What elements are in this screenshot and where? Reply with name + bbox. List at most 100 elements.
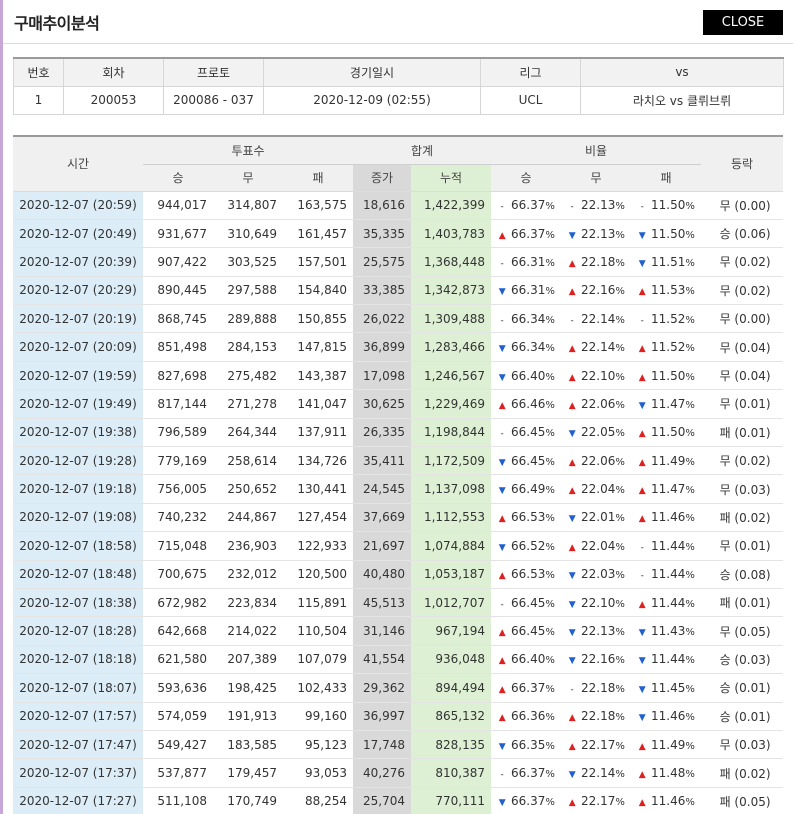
votes-draw: 310,649 — [213, 219, 283, 249]
ratio-value: 11.49 — [651, 453, 686, 468]
trend-down-icon: ▼ — [498, 344, 506, 355]
table-row: 2020-12-07 (20:49) 931,677 310,649 161,457 3… — [13, 219, 784, 249]
close-button[interactable]: CLOSE — [703, 10, 783, 35]
header-number: 번호 — [13, 57, 64, 87]
ratio-win: ▼ 66.52% — [491, 531, 562, 561]
ratio-win: - 66.45% — [491, 588, 562, 618]
header-ratio-loss: 패 — [631, 164, 702, 192]
trend-up-icon: ▲ — [638, 344, 646, 355]
percent-sign: % — [615, 229, 625, 241]
percent-sign: % — [545, 314, 555, 326]
trend-up-icon: ▲ — [498, 628, 506, 639]
ratio-value: 66.31 — [511, 283, 546, 298]
trend-down-icon: ▼ — [498, 798, 506, 809]
ratio-loss: ▼ 11.46% — [631, 702, 702, 731]
ratio-value: 11.44 — [651, 567, 686, 582]
percent-sign: % — [615, 769, 625, 780]
votes-win: 827,698 — [143, 361, 213, 391]
row-time: 2020-12-07 (17:57) — [13, 702, 143, 731]
percent-sign: % — [615, 286, 625, 298]
ratio-value: 66.52 — [511, 538, 546, 553]
header-votes-loss: 패 — [283, 164, 354, 192]
match-info-table: 번호 회차 프로토 경기일시 리그 vs 1 200053 200086 - 0… — [13, 57, 784, 115]
ratio-value: 66.45 — [511, 453, 546, 468]
row-change: 무 (0.00) — [701, 191, 784, 220]
votes-increase: 21,697 — [353, 531, 412, 561]
votes-cumulative: 936,048 — [411, 645, 492, 675]
ratio-loss: ▲ 11.49% — [631, 730, 702, 760]
votes-loss: 120,500 — [283, 560, 354, 589]
percent-sign: % — [615, 598, 625, 610]
row-time: 2020-12-07 (17:27) — [13, 787, 143, 814]
votes-cumulative: 1,403,783 — [411, 219, 492, 249]
row-change: 승 (0.01) — [701, 673, 784, 703]
row-time: 2020-12-07 (19:49) — [13, 389, 143, 419]
ratio-win: ▼ 66.34% — [491, 332, 562, 362]
votes-loss: 137,911 — [283, 418, 354, 448]
ratio-value: 66.45 — [511, 425, 546, 440]
percent-sign: % — [685, 286, 695, 298]
ratio-loss: ▲ 11.48% — [631, 758, 702, 788]
table-row: 2020-12-07 (20:59) 944,017 314,807 163,575 1… — [13, 191, 784, 220]
header-ratio-win: 승 — [491, 164, 562, 192]
trend-up-icon: ▲ — [568, 287, 576, 298]
ratio-win: ▼ 66.35% — [491, 730, 562, 760]
percent-sign: % — [685, 257, 695, 269]
votes-draw: 258,614 — [213, 446, 283, 476]
ratio-draw: ▲ 22.17% — [561, 787, 632, 814]
ratio-value: 22.03 — [581, 567, 616, 582]
ratio-value: 22.18 — [581, 680, 616, 695]
header-ratio-draw: 무 — [561, 164, 632, 192]
ratio-value: 11.44 — [651, 652, 686, 667]
ratio-value: 22.16 — [581, 283, 616, 298]
votes-draw: 170,749 — [213, 787, 283, 814]
ratio-value: 11.48 — [651, 766, 686, 780]
votes-increase: 33,385 — [353, 276, 412, 306]
percent-sign: % — [545, 541, 555, 553]
row-time: 2020-12-07 (17:37) — [13, 758, 143, 788]
ratio-value: 66.45 — [511, 595, 546, 610]
votes-increase: 40,276 — [353, 758, 412, 788]
ratio-value: 22.04 — [581, 482, 616, 497]
percent-sign: % — [545, 371, 555, 383]
percent-sign: % — [545, 797, 555, 809]
ratio-value: 22.17 — [581, 794, 616, 809]
row-time: 2020-12-07 (19:28) — [13, 446, 143, 476]
percent-sign: % — [685, 655, 695, 667]
votes-increase: 17,748 — [353, 730, 412, 760]
votes-loss: 107,079 — [283, 645, 354, 675]
votes-cumulative: 1,012,707 — [411, 588, 492, 618]
ratio-value: 11.49 — [651, 737, 686, 752]
votes-increase: 29,362 — [353, 673, 412, 703]
votes-win: 574,059 — [143, 702, 213, 731]
percent-sign: % — [615, 712, 625, 724]
votes-win: 511,108 — [143, 787, 213, 814]
votes-cumulative: 1,074,884 — [411, 531, 492, 561]
header-cumulative: 누적 — [411, 164, 492, 192]
trend-up-icon: ▲ — [568, 457, 576, 468]
trend-up-icon: ▲ — [638, 429, 646, 440]
header-increase: 증가 — [353, 164, 412, 192]
ratio-value: 66.53 — [511, 567, 546, 582]
header-sum: 합계 — [353, 136, 492, 165]
table-row: 2020-12-07 (19:18) 756,005 250,652 130,441 2… — [13, 474, 784, 504]
votes-draw: 232,012 — [213, 560, 283, 589]
votes-increase: 37,669 — [353, 503, 412, 533]
percent-sign: % — [545, 485, 555, 497]
ratio-loss: ▼ 11.50% — [631, 219, 702, 249]
trend-down-icon: ▼ — [498, 457, 506, 468]
trend-up-icon: ▲ — [498, 656, 506, 667]
percent-sign: % — [615, 797, 625, 809]
ratio-value: 22.01 — [581, 510, 616, 525]
votes-loss: 122,933 — [283, 531, 354, 561]
ratio-draw: - 22.13% — [561, 191, 632, 220]
ratio-loss: ▲ 11.46% — [631, 787, 702, 814]
votes-cumulative: 967,194 — [411, 616, 492, 646]
percent-sign: % — [615, 683, 625, 695]
row-time: 2020-12-07 (19:08) — [13, 503, 143, 533]
trend-up-icon: ▲ — [498, 400, 506, 411]
trend-down-icon: ▼ — [638, 713, 646, 724]
row-change: 승 (0.06) — [701, 219, 784, 249]
row-change: 무 (0.05) — [701, 616, 784, 646]
ratio-loss: ▼ 11.47% — [631, 389, 702, 419]
